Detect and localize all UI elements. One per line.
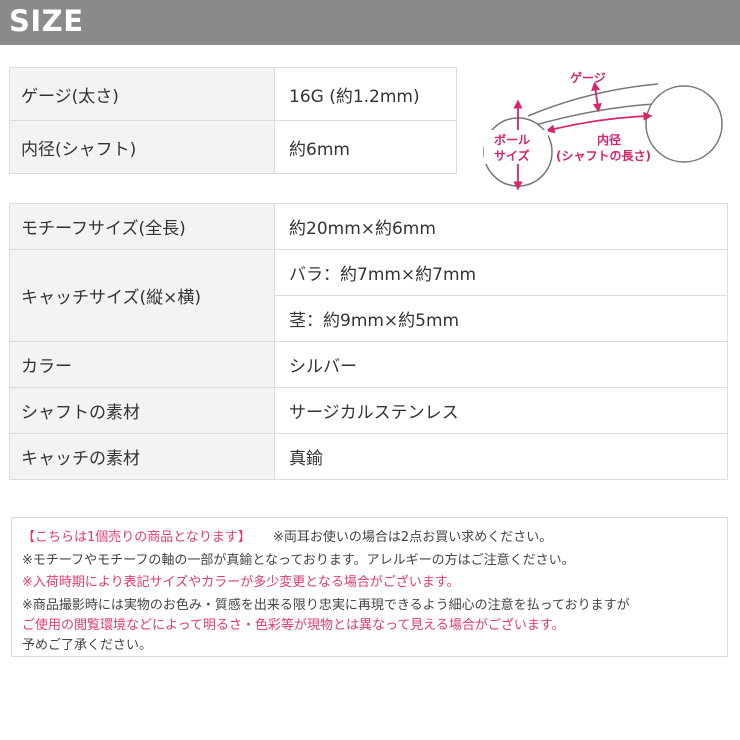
- table-row: ゲージ(太さ) 16G (約1.2mm): [9, 67, 457, 121]
- shaft-material-label: シャフトの素材: [9, 387, 275, 434]
- gauge-arrow: [591, 81, 602, 113]
- color-value: シルバー: [274, 341, 728, 388]
- gauge-label: ゲージ(太さ): [9, 67, 275, 121]
- note-line-1: 【こちらは1個売りの商品となります】 ※両耳お使いの場合は2点お買い求めください…: [22, 526, 552, 545]
- table-row: シャフトの素材 サージカルステンレス: [9, 387, 728, 434]
- note-line-6: 予めご了承ください。: [22, 638, 153, 653]
- note-line-2: ※モチーフやモチーフの軸の一部が真鍮となっております。アレルギーの方はご注意くだ…: [22, 553, 575, 568]
- motif-size-value: 約20mm×約6mm: [274, 203, 728, 250]
- pair-purchase-notice: ※両耳お使いの場合は2点お買い求めください。: [273, 530, 553, 545]
- color-label: カラー: [9, 341, 275, 388]
- catch-material-value: 真鍮: [274, 433, 728, 480]
- table-row: 内径(シャフト) 約6mm: [9, 120, 457, 174]
- table-row: キャッチサイズ(縦×横) バラ：約7mm×約7mm: [9, 249, 728, 342]
- notes-box: 【こちらは1個売りの商品となります】 ※両耳お使いの場合は2点お買い求めください…: [11, 517, 728, 657]
- inner-diagram-label-2: (シャフトの長さ): [556, 148, 651, 163]
- table-row: モチーフサイズ(全長) 約20mm×約6mm: [9, 203, 728, 250]
- gauge-value: 16G (約1.2mm): [274, 67, 457, 121]
- ball-right-circle: [645, 85, 723, 163]
- catch-size-label: キャッチサイズ(縦×横): [9, 249, 275, 342]
- inner-diameter-label: 内径(シャフト): [9, 120, 275, 174]
- catch-size-value-rose: バラ：約7mm×約7mm: [274, 249, 728, 296]
- shaft-material-value: サージカルステンレス: [274, 387, 728, 434]
- size-header: SIZE: [0, 0, 740, 45]
- inner-diameter-value: 約6mm: [274, 120, 457, 174]
- gauge-table: ゲージ(太さ) 16G (約1.2mm) 内径(シャフト) 約6mm: [9, 67, 457, 174]
- ball-diagram-label-1: ボール: [494, 132, 530, 147]
- table-row: キャッチの素材 真鍮: [9, 433, 728, 480]
- table-row: カラー シルバー: [9, 341, 728, 388]
- catch-size-value-stem: 茎：約9mm×約5mm: [274, 295, 728, 342]
- gauge-diagram-label: ゲージ: [570, 70, 606, 85]
- size-diagram: ゲージ ボール サイズ 内径 (シャフトの長さ): [470, 62, 730, 192]
- ring-diagram: ゲージ ボール サイズ 内径 (シャフトの長さ): [483, 70, 723, 191]
- note-line-3: ※入荷時期により表記サイズやカラーが多少変更となる場合がございます。: [22, 575, 460, 590]
- note-line-4: ※商品撮影時には実物のお色み・質感を出来る限り忠実に再現できるよう細心の注意を払…: [22, 598, 630, 613]
- motif-size-label: モチーフサイズ(全長): [9, 203, 275, 250]
- single-item-notice: 【こちらは1個売りの商品となります】: [22, 530, 251, 545]
- note-line-5: ご使用の閲覧環境などによって明るさ・色彩等が現物とは異なって見える場合がございま…: [22, 618, 565, 633]
- ball-diagram-label-2: サイズ: [494, 148, 530, 163]
- inner-diagram-label-1: 内径: [597, 132, 621, 147]
- spec-table: モチーフサイズ(全長) 約20mm×約6mm キャッチサイズ(縦×横) バラ：約…: [9, 203, 728, 480]
- section-title: SIZE: [9, 4, 84, 38]
- catch-material-label: キャッチの素材: [9, 433, 275, 480]
